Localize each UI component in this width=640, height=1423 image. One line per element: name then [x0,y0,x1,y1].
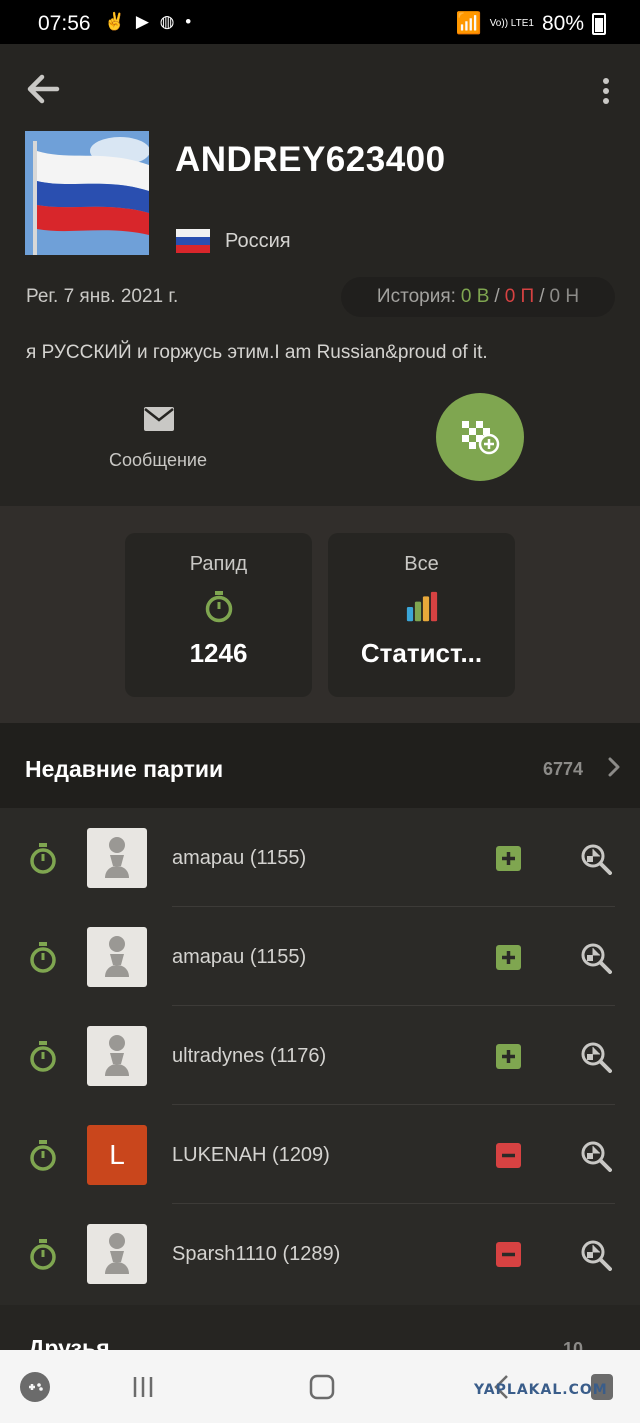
win-icon [496,1044,521,1069]
profile-bio: я РУССКИЙ и горжусь этим.I am Russian&pr… [26,342,488,363]
stats-link: Статист... [360,638,483,668]
friends-header[interactable]: Друзья 10 [0,1305,640,1350]
pawn-icon [105,936,129,977]
stopwatch-icon [30,1140,56,1171]
recent-games-title: Недавние партии [25,756,224,782]
status-right: 📶 Vo)) LTE1 80% [456,12,606,36]
pawn-icon [105,1035,129,1076]
all-stats-card[interactable]: Все Статист... [328,533,515,697]
network-label: Vo)) LTE1 [489,18,534,29]
recent-apps-icon[interactable] [126,1370,160,1404]
stopwatch-icon [205,591,232,623]
history-losses: 0 П [504,286,535,307]
pawn-icon [105,837,129,878]
home-icon[interactable] [305,1370,339,1404]
opponent-name[interactable]: ultradynes (1176) [172,1045,326,1068]
recent-games-list: amapau (1155) amapau (1155) ultradynes (… [0,808,640,1305]
watermark: YAPLAKAL.COM [474,1382,608,1398]
stopwatch-icon [30,1041,56,1072]
win-icon [496,846,521,871]
battery-icon [592,13,606,35]
opponent-avatar[interactable] [87,927,147,987]
friends-title: Друзья [28,1335,110,1350]
history-badge[interactable]: История: 0 В / 0 П / 0 Н [341,277,615,317]
game-row[interactable]: L LUKENAH (1209) [0,1105,640,1204]
battery-text: 80% [541,12,584,35]
history-draws: 0 Н [549,286,580,307]
analyze-icon[interactable] [580,1239,612,1271]
country-name: Россия [225,230,291,252]
back-arrow-icon[interactable] [26,74,60,104]
message-button-label[interactable]: Сообщение [109,450,207,471]
russia-flag-icon [176,229,210,253]
opponent-avatar[interactable] [87,1026,147,1086]
history-label: История: [376,286,456,307]
chevron-right-icon [608,757,620,777]
history-separator: / [494,286,500,307]
recent-games-header[interactable]: Недавние партии 6774 [0,723,640,808]
status-bar: 07:56 ✌ ▶ ◍ • 📶 Vo)) LTE1 80% [0,0,640,44]
opponent-name[interactable]: Sparsh1110 (1289) [172,1243,340,1266]
history-separator: / [539,286,545,307]
analyze-icon[interactable] [580,1140,612,1172]
loss-icon [496,1242,521,1267]
game-row[interactable]: Sparsh1110 (1289) [0,1204,640,1303]
analyze-icon[interactable] [580,942,612,974]
win-icon [496,945,521,970]
board-plus-icon [462,421,500,455]
more-options-icon[interactable] [596,76,616,106]
recent-games-count: 6774 [542,759,583,779]
username: ANDREY623400 [175,140,446,179]
opponent-name[interactable]: LUKENAH (1209) [172,1144,330,1167]
game-launcher-icon[interactable] [18,1370,52,1404]
friends-count: 10 [562,1339,583,1350]
envelope-icon[interactable] [143,406,175,432]
registration-date: Рег. 7 янв. 2021 г. [26,286,179,307]
game-row[interactable]: ultradynes (1176) [0,1006,640,1105]
notification-icons: ✌ ▶ ◍ • [104,12,195,31]
challenge-button[interactable] [436,393,524,481]
opponent-name[interactable]: amapau (1155) [172,847,306,870]
analyze-icon[interactable] [580,843,612,875]
wifi-icon: 📶 [455,12,482,35]
opponent-avatar[interactable] [87,828,147,888]
stat-label: Рапид [189,553,248,575]
bar-chart-icon [406,591,437,622]
stopwatch-icon [30,843,56,874]
opponent-avatar[interactable]: L [87,1125,147,1185]
rapid-rating: 1246 [189,638,248,668]
pawn-icon [105,1233,129,1274]
stopwatch-icon [30,942,56,973]
opponent-name[interactable]: amapau (1155) [172,946,306,969]
status-time: 07:56 [38,12,91,35]
history-wins: 0 В [460,286,490,307]
stats-section: Рапид 1246 Все Статист... [0,506,640,723]
rapid-rating-card[interactable]: Рапид 1246 [125,533,312,697]
game-row[interactable]: amapau (1155) [0,907,640,1006]
stat-label: Все [404,553,439,575]
stopwatch-icon [30,1239,56,1270]
opponent-avatar[interactable] [87,1224,147,1284]
profile-avatar[interactable] [25,131,149,255]
game-row[interactable]: amapau (1155) [0,808,640,907]
analyze-icon[interactable] [580,1041,612,1073]
profile-header: ANDREY623400 Россия Рег. 7 янв. 2021 г. … [0,44,640,506]
loss-icon [496,1143,521,1168]
